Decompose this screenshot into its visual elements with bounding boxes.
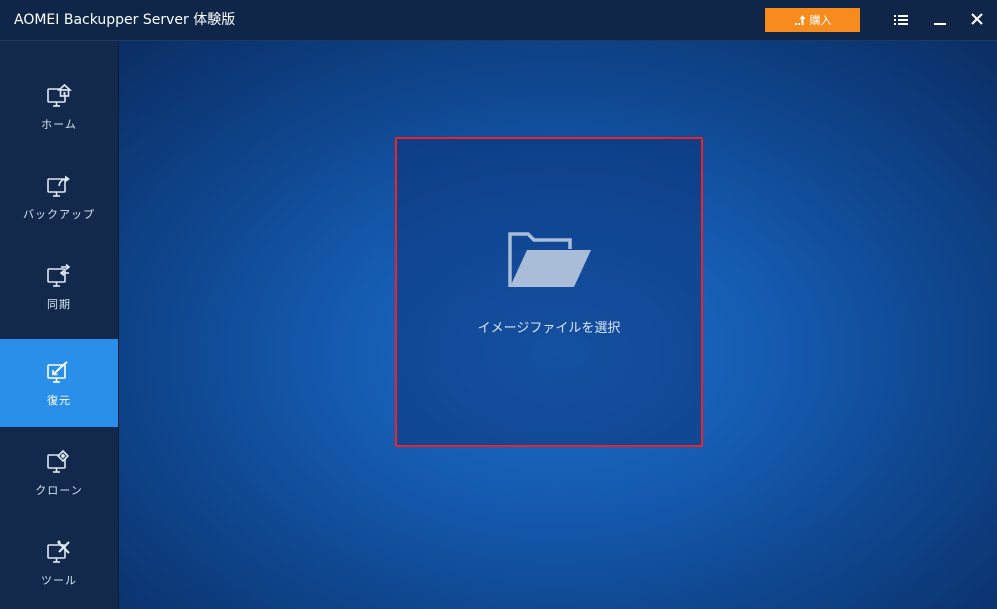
close-button[interactable]	[965, 8, 989, 32]
sidebar-item-clone[interactable]: クローン	[0, 429, 118, 517]
select-image-file-button[interactable]: イメージファイルを選択	[395, 137, 703, 447]
sidebar-item-label: 同期	[47, 298, 71, 311]
sidebar-item-label: ツール	[41, 574, 77, 587]
window-title: AOMEI Backupper Server 体験版	[14, 12, 236, 28]
select-image-file-label: イメージファイルを選択	[477, 321, 621, 336]
backup-monitor-icon	[45, 172, 73, 200]
close-icon	[970, 11, 984, 30]
title-bar: AOMEI Backupper Server 体験版 購入	[0, 0, 997, 41]
minimize-icon	[933, 11, 947, 30]
sidebar-item-label: 復元	[47, 394, 71, 407]
sidebar-item-label: バックアップ	[23, 208, 95, 221]
menu-list-button[interactable]	[889, 8, 913, 32]
folder-open-icon	[507, 231, 593, 293]
sidebar-item-home[interactable]: ホーム	[0, 63, 118, 151]
upgrade-arrow-icon	[794, 14, 806, 26]
clone-monitor-icon	[45, 448, 73, 476]
menu-list-icon	[894, 11, 908, 30]
sidebar-item-label: ホーム	[41, 118, 77, 131]
sidebar-item-sync[interactable]: 同期	[0, 243, 118, 331]
sidebar-item-label: クローン	[35, 484, 83, 497]
home-monitor-icon	[45, 82, 73, 110]
sidebar-item-restore[interactable]: 復元	[0, 339, 118, 427]
sync-monitor-icon	[45, 262, 73, 290]
sidebar-item-tools[interactable]: ツール	[0, 519, 118, 607]
sidebar: ホーム バックアップ 同期 復元 クローン ツール	[0, 41, 119, 609]
buy-button[interactable]: 購入	[765, 8, 860, 32]
app-window: AOMEI Backupper Server 体験版 購入 ホーム バックアップ…	[0, 0, 997, 609]
restore-monitor-icon	[45, 358, 73, 386]
tools-monitor-icon	[45, 538, 73, 566]
buy-button-label: 購入	[809, 14, 832, 27]
minimize-button[interactable]	[928, 8, 952, 32]
sidebar-item-backup[interactable]: バックアップ	[0, 153, 118, 241]
main-panel: イメージファイルを選択	[119, 41, 997, 609]
